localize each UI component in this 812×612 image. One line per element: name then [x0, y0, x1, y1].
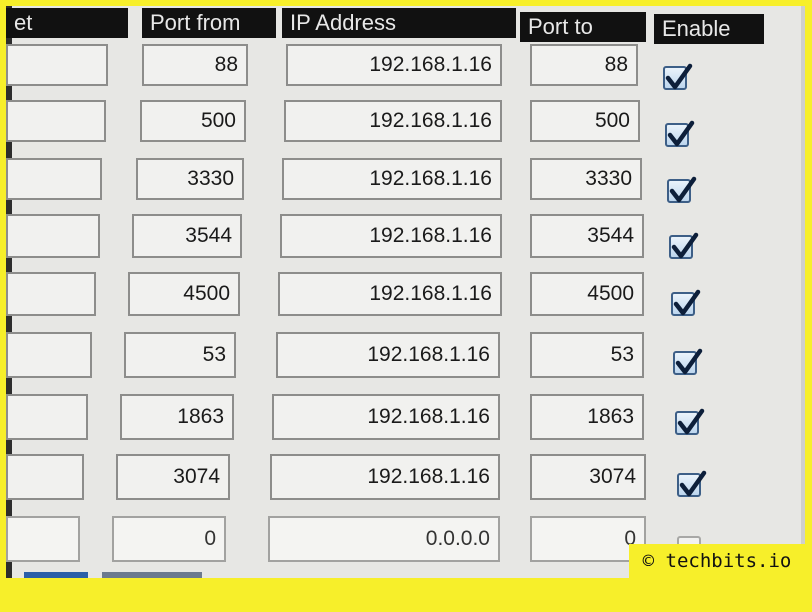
- port-to-input[interactable]: 500: [530, 100, 640, 142]
- partial-field[interactable]: [6, 44, 108, 86]
- port-to-input[interactable]: 88: [530, 44, 638, 86]
- port-from-input[interactable]: 53: [124, 332, 236, 378]
- checkmark-icon: [679, 470, 707, 497]
- port-to-input[interactable]: 1863: [530, 394, 644, 440]
- ip-address-input[interactable]: 192.168.1.16: [272, 394, 500, 440]
- enable-checkbox[interactable]: [673, 348, 703, 375]
- partial-field[interactable]: [6, 272, 96, 316]
- ip-address-input[interactable]: 192.168.1.16: [280, 214, 502, 258]
- port-to-input[interactable]: 53: [530, 332, 644, 378]
- ip-address-input[interactable]: 192.168.1.16: [282, 158, 502, 200]
- save-button[interactable]: [24, 572, 88, 578]
- header-port-from: Port from: [142, 8, 276, 38]
- checkmark-icon: [675, 348, 703, 375]
- ip-address-input[interactable]: 192.168.1.16: [276, 332, 500, 378]
- checkmark-icon: [673, 289, 701, 316]
- watermark-badge: © techbits.io: [629, 544, 805, 578]
- right-edge: [801, 6, 805, 578]
- enable-checkbox[interactable]: [665, 120, 695, 147]
- partial-field[interactable]: [6, 454, 84, 500]
- header-ip-address: IP Address: [282, 8, 516, 38]
- port-from-input[interactable]: 1863: [120, 394, 234, 440]
- enable-checkbox[interactable]: [667, 176, 697, 203]
- partial-field[interactable]: [6, 394, 88, 440]
- partial-field[interactable]: [6, 158, 102, 200]
- enable-checkbox[interactable]: [677, 470, 707, 497]
- enable-checkbox[interactable]: [663, 63, 693, 90]
- port-to-input[interactable]: 3074: [530, 454, 646, 500]
- port-to-input[interactable]: 3330: [530, 158, 642, 200]
- port-from-input[interactable]: 88: [142, 44, 248, 86]
- ip-address-input[interactable]: 192.168.1.16: [284, 100, 502, 142]
- checkmark-icon: [671, 232, 699, 259]
- header-port-to: Port to: [520, 12, 646, 42]
- header-enable: Enable: [654, 14, 764, 44]
- checkmark-icon: [669, 176, 697, 203]
- checkmark-icon: [677, 408, 705, 435]
- enable-checkbox[interactable]: [671, 289, 701, 316]
- partial-field[interactable]: [6, 516, 80, 562]
- port-from-input[interactable]: 0: [112, 516, 226, 562]
- ip-address-input[interactable]: 0.0.0.0: [268, 516, 500, 562]
- ip-address-input[interactable]: 192.168.1.16: [270, 454, 500, 500]
- port-to-input[interactable]: 4500: [530, 272, 644, 316]
- enable-checkbox[interactable]: [675, 408, 705, 435]
- port-forwarding-table: et Port from IP Address Port to Enable 8…: [6, 6, 805, 578]
- checkmark-icon: [667, 120, 695, 147]
- cancel-button[interactable]: [102, 572, 202, 578]
- header-partial-column: et: [6, 8, 128, 38]
- partial-field[interactable]: [6, 214, 100, 258]
- partial-field[interactable]: [6, 332, 92, 378]
- port-from-input[interactable]: 3544: [132, 214, 242, 258]
- checkmark-icon: [665, 63, 693, 90]
- port-from-input[interactable]: 3074: [116, 454, 230, 500]
- ip-address-input[interactable]: 192.168.1.16: [286, 44, 502, 86]
- ip-address-input[interactable]: 192.168.1.16: [278, 272, 502, 316]
- port-from-input[interactable]: 500: [140, 100, 246, 142]
- partial-field[interactable]: [6, 100, 106, 142]
- port-to-input[interactable]: 3544: [530, 214, 644, 258]
- enable-checkbox[interactable]: [669, 232, 699, 259]
- port-from-input[interactable]: 3330: [136, 158, 244, 200]
- port-from-input[interactable]: 4500: [128, 272, 240, 316]
